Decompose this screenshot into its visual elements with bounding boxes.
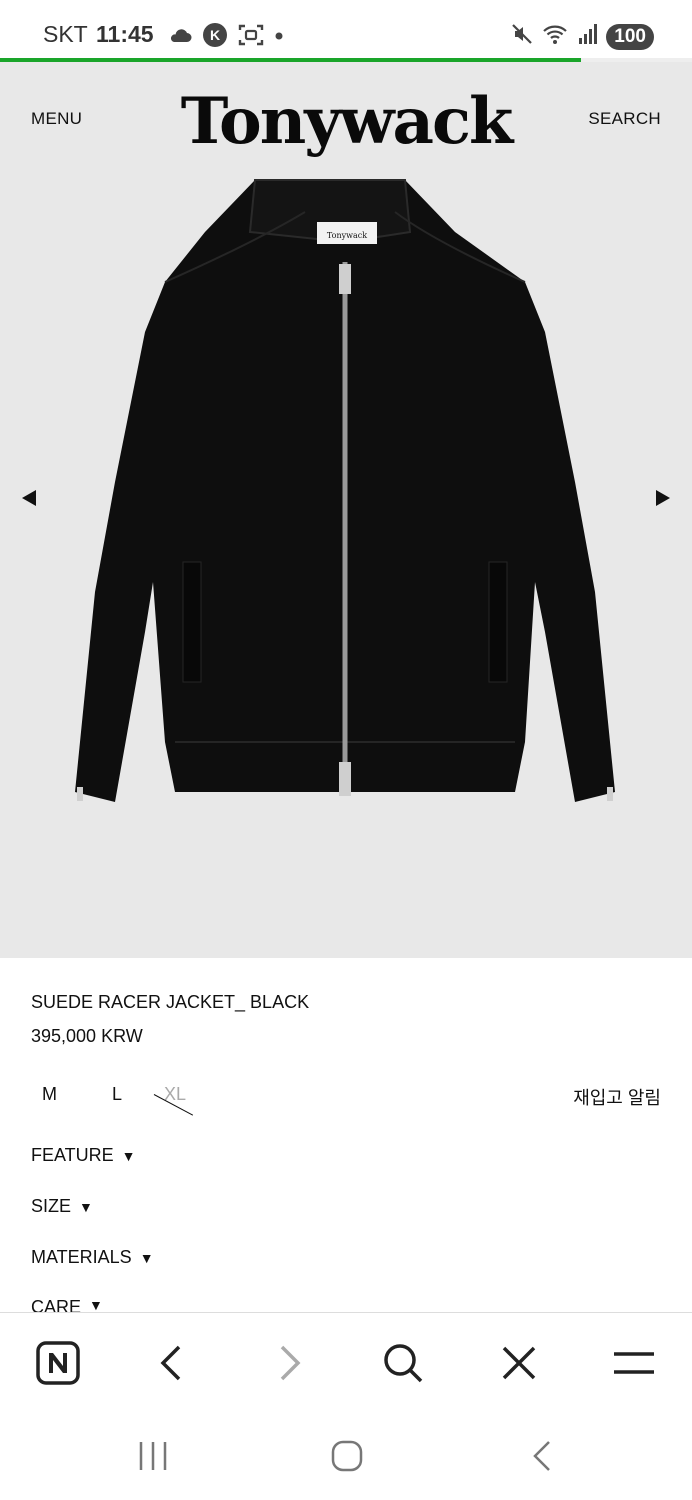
mute-icon <box>510 22 534 51</box>
accordion-label: SIZE <box>31 1196 72 1216</box>
system-back-icon[interactable] <box>518 1436 566 1476</box>
clock: 11:45 <box>96 21 154 47</box>
signal-icon <box>578 23 598 50</box>
accordion-label: CARE <box>31 1297 82 1312</box>
carrier-label: SKT <box>43 21 88 47</box>
wifi-icon <box>542 22 570 51</box>
naver-home-icon[interactable] <box>34 1339 82 1387</box>
size-option-xl-soldout[interactable]: XL <box>153 1084 234 1116</box>
k-app-icon: K <box>202 22 228 53</box>
product-image: Tonywack <box>55 172 637 832</box>
restock-alert-link[interactable]: 재입고 알림 <box>573 1084 661 1110</box>
battery-indicator: 100 <box>606 23 654 50</box>
search-icon[interactable] <box>379 1339 427 1387</box>
accordion-feature[interactable]: FEATURE ▼ <box>31 1145 136 1166</box>
status-bar: SKT 11:45 K 100 <box>0 0 692 58</box>
dot-icon <box>274 28 284 46</box>
accordion-materials[interactable]: MATERIALS ▼ <box>31 1247 154 1268</box>
search-link[interactable]: SEARCH <box>588 109 661 129</box>
system-navigation <box>0 1412 692 1500</box>
close-icon[interactable] <box>495 1339 543 1387</box>
next-image-arrow-icon[interactable] <box>650 486 674 510</box>
caret-down-icon: ▼ <box>89 1297 103 1312</box>
screenshot-icon <box>238 23 264 52</box>
browser-toolbar <box>0 1312 692 1413</box>
product-gallery: MENU Tonywack SEARCH Tonywack <box>0 62 692 958</box>
product-title: SUEDE RACER JACKET_ BLACK <box>31 992 310 1012</box>
size-option-m[interactable]: M <box>42 1084 112 1105</box>
system-icons: 100 <box>510 22 654 51</box>
svg-text:K: K <box>210 27 220 43</box>
menu-icon[interactable] <box>610 1339 658 1387</box>
accordion-label: MATERIALS <box>31 1247 132 1267</box>
size-selector: M L XL <box>31 1084 234 1116</box>
home-icon[interactable] <box>323 1436 371 1476</box>
prev-image-arrow-icon[interactable] <box>18 486 42 510</box>
product-price: 395,000 KRW <box>31 1026 143 1046</box>
accordion-care[interactable]: CARE ▼ <box>31 1297 103 1312</box>
forward-icon[interactable] <box>265 1339 313 1387</box>
caret-down-icon: ▼ <box>139 1249 154 1266</box>
back-icon[interactable] <box>148 1339 196 1387</box>
recents-icon[interactable] <box>129 1436 177 1476</box>
jacket-label-text: Tonywack <box>327 231 367 240</box>
notification-icons: K <box>168 22 284 53</box>
cloud-icon <box>168 27 192 48</box>
caret-down-icon: ▼ <box>79 1198 93 1215</box>
caret-down-icon: ▼ <box>121 1147 136 1164</box>
accordion-size[interactable]: SIZE ▼ <box>31 1196 93 1217</box>
accordion-label: FEATURE <box>31 1145 114 1165</box>
